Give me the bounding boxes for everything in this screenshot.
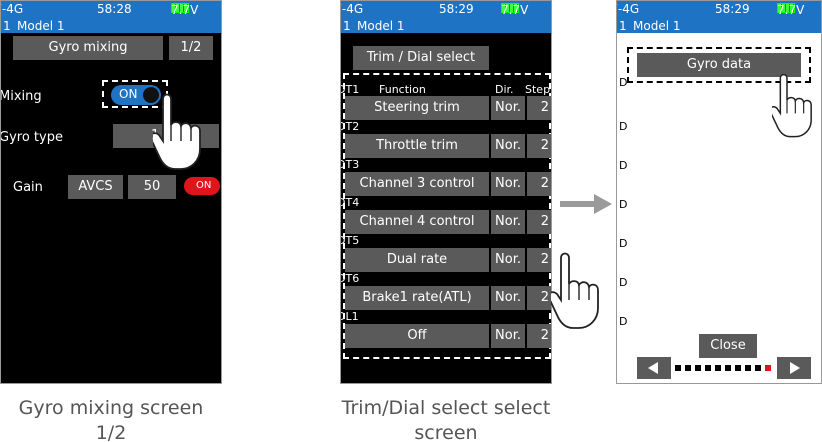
table-header: DT1 Function Dir. Step bbox=[341, 83, 551, 96]
voltage: 7.7V bbox=[777, 3, 805, 17]
side-letter: D bbox=[619, 159, 628, 172]
model-type: F-4G bbox=[341, 2, 364, 16]
direction-button[interactable]: Nor. bbox=[491, 210, 525, 234]
function-button[interactable]: Channel 3 control bbox=[345, 172, 489, 196]
screen-title-button[interactable]: Gyro mixing bbox=[13, 36, 163, 60]
caption-line-1: Trim/Dial select select bbox=[341, 397, 551, 419]
function-button[interactable]: Steering trim bbox=[345, 96, 489, 120]
page-dot bbox=[725, 365, 731, 371]
left-triangle-icon bbox=[648, 362, 658, 374]
model-type: F-4G bbox=[1, 2, 24, 16]
direction-button[interactable]: Nor. bbox=[491, 134, 525, 158]
timer: 58:29 bbox=[715, 2, 750, 16]
screen-title-button[interactable]: Trim / Dial select bbox=[353, 46, 489, 70]
model-name: Model 1 bbox=[633, 19, 681, 33]
direction-button[interactable]: Nor. bbox=[491, 172, 525, 196]
page-dot bbox=[715, 365, 721, 371]
right-triangle-icon bbox=[790, 362, 800, 374]
row-id-label: DT2 bbox=[341, 120, 360, 133]
voltage: 7.7V bbox=[501, 3, 529, 17]
page-indicator-button[interactable]: 1/2 bbox=[169, 36, 213, 60]
caption-gyro-mixing: Gyro mixing screen 1/2 bbox=[0, 396, 222, 442]
page-dots bbox=[675, 365, 787, 371]
page-dot bbox=[735, 365, 741, 371]
caption-trim-dial: Trim/Dial select select screen bbox=[318, 396, 574, 442]
function-button[interactable]: Brake1 rate(ATL) bbox=[345, 286, 489, 310]
row-id-label: DL1 bbox=[341, 310, 359, 323]
step-button[interactable]: 2 bbox=[527, 210, 551, 234]
function-button[interactable]: Channel 4 control bbox=[345, 210, 489, 234]
step-button[interactable]: 2 bbox=[527, 96, 551, 120]
next-button[interactable] bbox=[777, 357, 811, 379]
gain-mode-button[interactable]: AVCS bbox=[68, 175, 123, 199]
step-button[interactable]: 2 bbox=[527, 248, 551, 272]
prev-button[interactable] bbox=[637, 357, 671, 379]
model-name: Model 1 bbox=[357, 19, 405, 33]
header-step: Step bbox=[525, 83, 551, 96]
header-function: Function bbox=[379, 83, 426, 96]
page-dot bbox=[695, 365, 701, 371]
direction-button[interactable]: Nor. bbox=[491, 248, 525, 272]
page-dot bbox=[675, 365, 681, 371]
mixing-label: Mixing bbox=[0, 89, 42, 104]
page-dot bbox=[705, 365, 711, 371]
right-arrow-icon bbox=[560, 194, 612, 214]
status-bar: F-4G 58:29 7.7V bbox=[617, 1, 821, 18]
hand-pointer-icon bbox=[551, 252, 599, 329]
model-bar: 1 Model 1 bbox=[1, 18, 221, 33]
trim-dial-select-screen: F-4G 58:29 7.7V 1 Model 1 Trim / Dial se… bbox=[340, 0, 552, 384]
hand-pointer-icon bbox=[153, 93, 201, 170]
step-button[interactable]: 2 bbox=[527, 324, 551, 348]
side-letter: D bbox=[619, 315, 628, 328]
function-button[interactable]: Throttle trim bbox=[345, 134, 489, 158]
model-number: 1 bbox=[3, 19, 11, 33]
page-dot-active bbox=[765, 365, 771, 371]
row-id-label: DT3 bbox=[341, 158, 360, 171]
model-bar: 1 Model 1 bbox=[341, 18, 551, 33]
model-type: F-4G bbox=[617, 2, 640, 16]
side-letter: D bbox=[619, 237, 628, 250]
gyro-mixing-screen: F-4G 58:28 7.7V 1 Model 1 Gyro mixing 1/… bbox=[0, 0, 222, 384]
direction-button[interactable]: Nor. bbox=[491, 324, 525, 348]
timer: 58:28 bbox=[97, 2, 132, 16]
step-button[interactable]: 2 bbox=[527, 286, 551, 310]
status-bar: F-4G 58:28 7.7V bbox=[1, 1, 221, 18]
page-dot bbox=[745, 365, 751, 371]
row-id-label: DT5 bbox=[341, 234, 360, 247]
header-dir: Dir. bbox=[495, 83, 514, 96]
side-letter: D bbox=[619, 120, 628, 133]
direction-button[interactable]: Nor. bbox=[491, 286, 525, 310]
caption-line-2: screen bbox=[414, 422, 478, 442]
close-button[interactable]: Close bbox=[699, 334, 757, 358]
step-button[interactable]: 2 bbox=[527, 172, 551, 196]
caption-line-2: 1/2 bbox=[95, 422, 127, 442]
side-letter: D bbox=[619, 198, 628, 211]
header-id: DT1 bbox=[341, 83, 360, 96]
gain-value-button[interactable]: 50 bbox=[128, 175, 176, 199]
caption-line-1: Gyro mixing screen bbox=[18, 397, 204, 419]
toggle-label: ON bbox=[119, 87, 138, 101]
model-number: 1 bbox=[619, 19, 627, 33]
status-bar: F-4G 58:29 7.7V bbox=[341, 1, 551, 18]
page-dot bbox=[685, 365, 691, 371]
gain-switch-label: ON bbox=[196, 180, 212, 191]
function-button[interactable]: Off bbox=[345, 324, 489, 348]
voltage: 7.7V bbox=[171, 3, 199, 17]
model-name: Model 1 bbox=[17, 19, 65, 33]
gyro-type-label: Gyro type bbox=[0, 130, 63, 145]
row-id-label: DT6 bbox=[341, 272, 360, 285]
page-dot bbox=[755, 365, 761, 371]
gain-label: Gain bbox=[13, 180, 43, 195]
model-bar: 1 Model 1 bbox=[617, 18, 821, 33]
gyro-data-screen: F-4G 58:29 7.7V 1 Model 1 DDDDDDD Gyro d… bbox=[616, 0, 822, 384]
hand-pointer-icon bbox=[772, 73, 812, 138]
function-button[interactable]: Dual rate bbox=[345, 248, 489, 272]
direction-button[interactable]: Nor. bbox=[491, 96, 525, 120]
timer: 58:29 bbox=[439, 2, 474, 16]
gain-switch[interactable]: ON bbox=[184, 177, 220, 195]
side-letter: D bbox=[619, 276, 628, 289]
model-number: 1 bbox=[343, 19, 351, 33]
row-id-label: DT4 bbox=[341, 196, 360, 209]
step-button[interactable]: 2 bbox=[527, 134, 551, 158]
